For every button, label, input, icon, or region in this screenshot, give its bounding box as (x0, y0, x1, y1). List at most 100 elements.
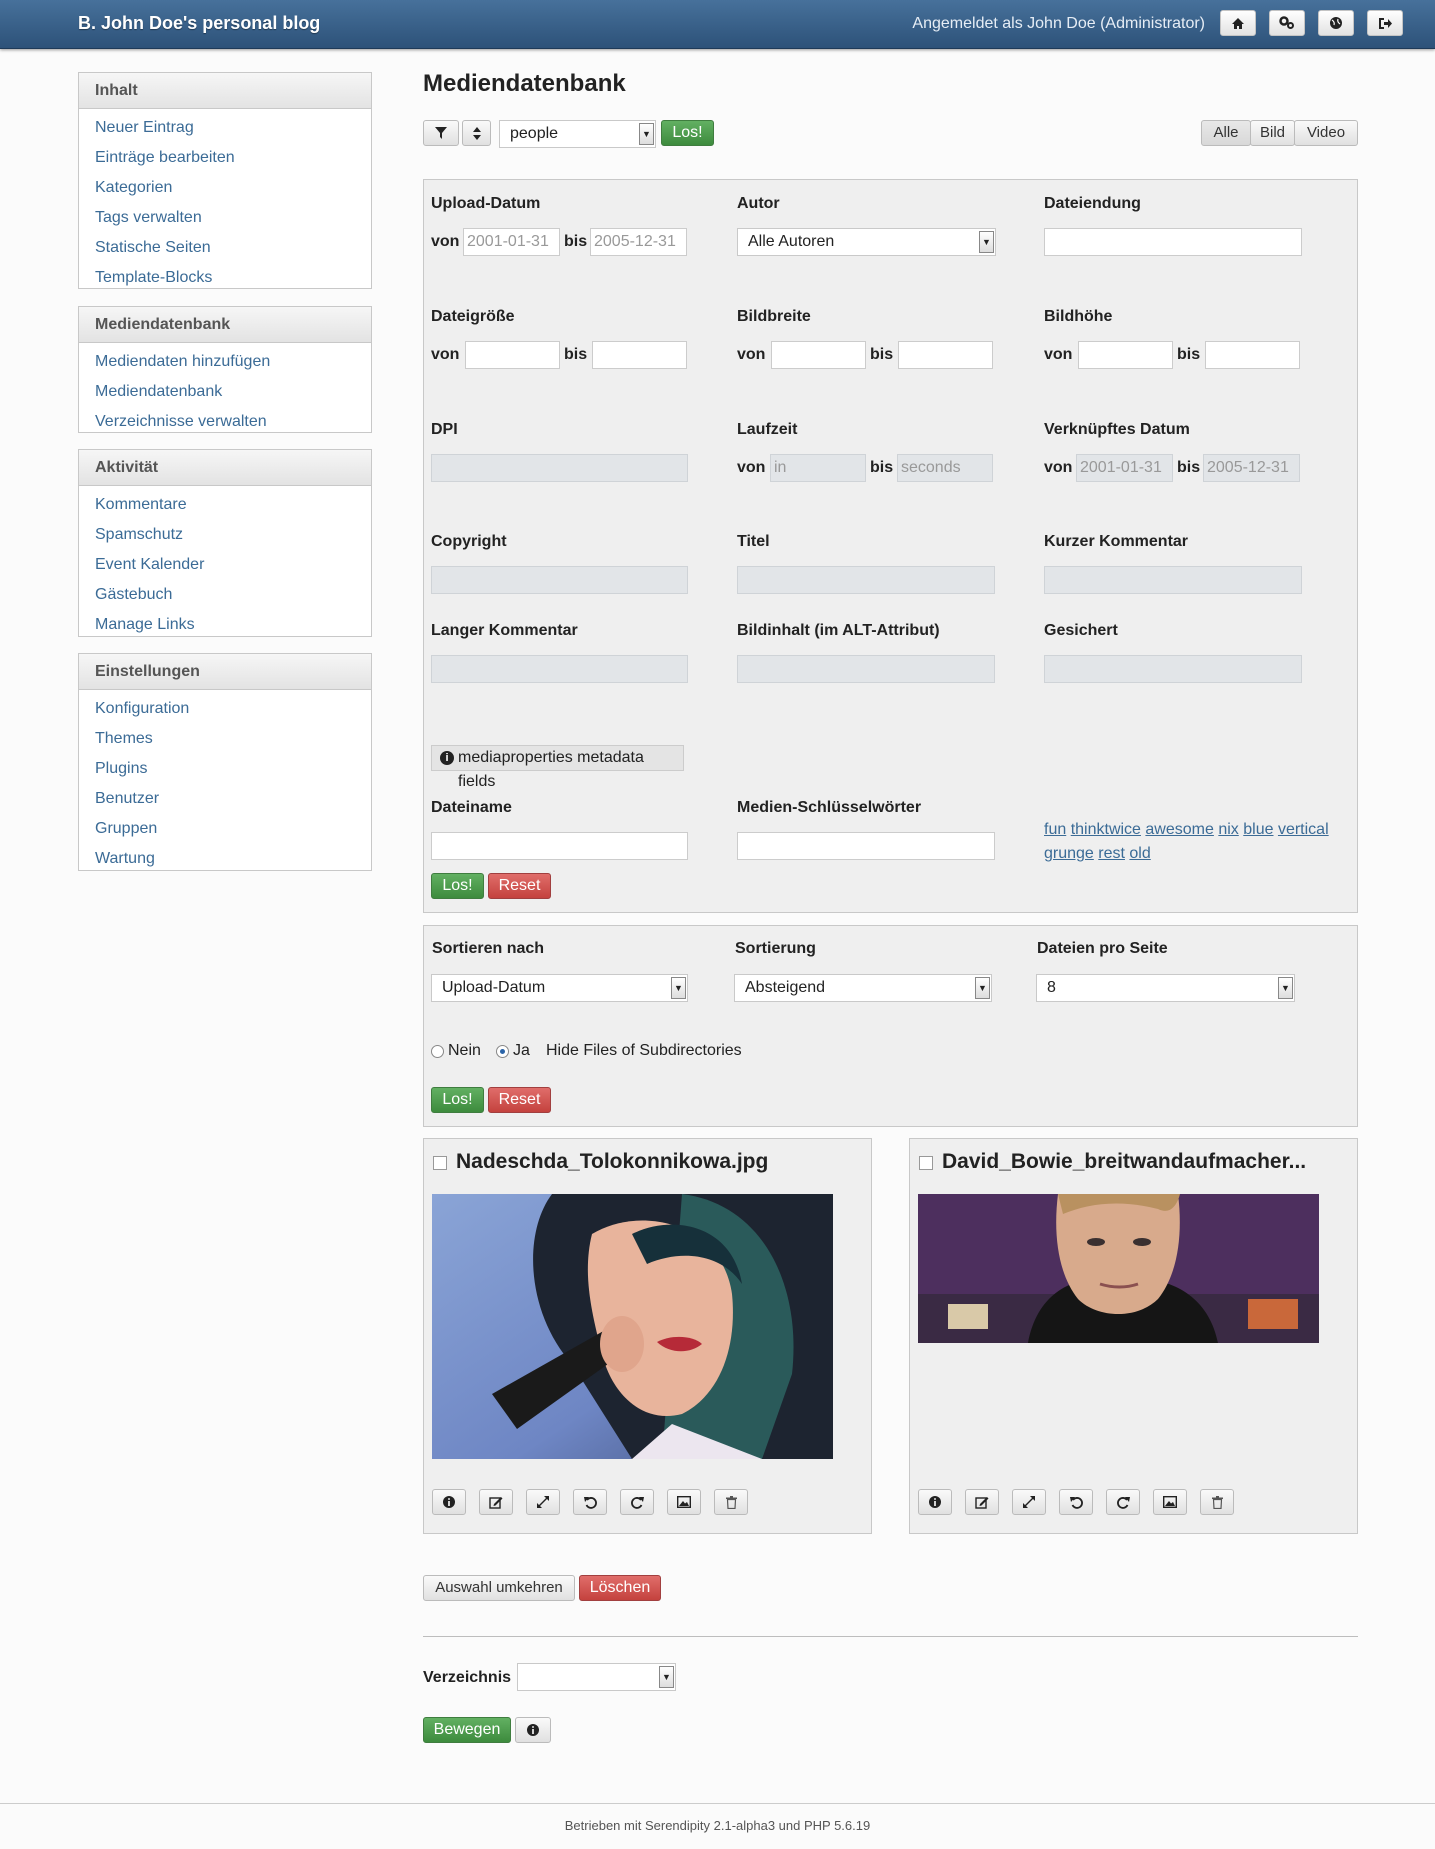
file-delete-button[interactable] (714, 1489, 748, 1515)
file-edit-button[interactable] (965, 1489, 999, 1515)
sidebar-item-static-pages[interactable]: Statische Seiten (79, 233, 371, 263)
extension-input[interactable] (1044, 228, 1302, 256)
type-filter-all[interactable]: Alle (1201, 120, 1251, 146)
sidebar-item-media-library[interactable]: Mediendatenbank (79, 377, 371, 407)
dpi-input[interactable] (431, 454, 688, 482)
invert-selection-button[interactable]: Auswahl umkehren (423, 1575, 575, 1601)
keyword-tag[interactable]: vertical (1278, 821, 1329, 838)
sidebar-item-new-entry[interactable]: Neuer Eintrag (79, 113, 371, 143)
sidebar-item-tags[interactable]: Tags verwalten (79, 203, 371, 233)
alt-text-input[interactable] (737, 655, 995, 683)
delete-selected-button[interactable]: Löschen (579, 1575, 661, 1601)
per-page-select[interactable]: 8 ▼ (1036, 974, 1295, 1002)
blog-title[interactable]: B. John Doe's personal blog (78, 13, 320, 34)
sidebar-item-event-calendar[interactable]: Event Kalender (79, 550, 371, 580)
sidebar-item-template-blocks[interactable]: Template-Blocks (79, 263, 371, 293)
filename-input[interactable] (431, 832, 688, 860)
runtime-to-input[interactable]: seconds (897, 454, 993, 482)
file-name[interactable]: Nadeschda_Tolokonnikowa.jpg (456, 1150, 768, 1174)
settings-icon (1279, 16, 1294, 29)
hide-subdirs-yes-radio[interactable] (496, 1045, 509, 1058)
height-from-input[interactable] (1078, 341, 1173, 369)
sidebar-item-configuration[interactable]: Konfiguration (79, 694, 371, 724)
linked-date-to-input[interactable]: 2005-12-31 (1203, 454, 1300, 482)
move-directory-select[interactable]: ▼ (517, 1663, 676, 1691)
filter-reset-button[interactable]: Reset (488, 873, 551, 899)
filter-toggle-button[interactable] (423, 120, 459, 146)
saved-input[interactable] (1044, 655, 1302, 683)
move-button[interactable]: Bewegen (423, 1717, 511, 1743)
sidebar-item-guestbook[interactable]: Gästebuch (79, 580, 371, 610)
sort-reset-button[interactable]: Reset (488, 1087, 551, 1113)
file-name[interactable]: David_Bowie_breitwandaufmacher... (942, 1150, 1306, 1174)
sort-by-select[interactable]: Upload-Datum ▼ (431, 974, 688, 1002)
sidebar-item-comments[interactable]: Kommentare (79, 490, 371, 520)
filter-go-button[interactable]: Los! (431, 873, 484, 899)
title-filter-input[interactable] (737, 566, 995, 594)
file-edit-button[interactable] (479, 1489, 513, 1515)
upload-date-from-input[interactable]: 2001-01-31 (463, 228, 560, 256)
file-rotate-cw-button[interactable] (1106, 1489, 1140, 1515)
filesize-from-input[interactable] (465, 341, 560, 369)
keyword-tag[interactable]: grunge (1044, 845, 1094, 862)
upload-date-to-input[interactable]: 2005-12-31 (590, 228, 687, 256)
sidebar-item-spam-protection[interactable]: Spamschutz (79, 520, 371, 550)
hide-subdirs-no-radio[interactable] (431, 1045, 444, 1058)
toolbar-go-button[interactable]: Los! (661, 120, 714, 146)
sidebar-item-categories[interactable]: Kategorien (79, 173, 371, 203)
logout-button[interactable] (1367, 10, 1403, 36)
sidebar-item-edit-entries[interactable]: Einträge bearbeiten (79, 143, 371, 173)
home-button[interactable] (1220, 10, 1256, 36)
file-info-button[interactable] (918, 1489, 952, 1515)
file-select-checkbox[interactable] (433, 1156, 447, 1170)
keyword-tag[interactable]: nix (1218, 821, 1238, 838)
keyword-tag[interactable]: blue (1243, 821, 1273, 838)
file-resize-button[interactable] (1012, 1489, 1046, 1515)
file-insert-image-button[interactable] (1153, 1489, 1187, 1515)
globe-button[interactable] (1318, 10, 1354, 36)
copyright-input[interactable] (431, 566, 688, 594)
file-thumbnail[interactable] (918, 1194, 1319, 1343)
sort-go-button[interactable]: Los! (431, 1087, 484, 1113)
linked-date-from-input[interactable]: 2001-01-31 (1076, 454, 1173, 482)
runtime-from-input[interactable]: in (770, 454, 866, 482)
file-info-button[interactable] (432, 1489, 466, 1515)
sidebar-item-maintenance[interactable]: Wartung (79, 844, 371, 874)
keywords-input[interactable] (737, 832, 995, 860)
long-comment-input[interactable] (431, 655, 688, 683)
file-thumbnail[interactable] (432, 1194, 833, 1459)
file-rotate-ccw-button[interactable] (1059, 1489, 1093, 1515)
sidebar-item-manage-directories[interactable]: Verzeichnisse verwalten (79, 407, 371, 437)
metadata-info-box[interactable]: i mediaproperties metadata fields (431, 745, 684, 790)
keyword-tag[interactable]: fun (1044, 821, 1066, 838)
type-filter-image[interactable]: Bild (1250, 120, 1295, 146)
move-info-button[interactable] (515, 1717, 551, 1743)
short-comment-input[interactable] (1044, 566, 1302, 594)
settings-button[interactable] (1269, 10, 1305, 36)
sidebar-item-add-media[interactable]: Mediendaten hinzufügen (79, 347, 371, 377)
file-delete-button[interactable] (1200, 1489, 1234, 1515)
sidebar-item-plugins[interactable]: Plugins (79, 754, 371, 784)
keyword-tag[interactable]: rest (1098, 845, 1125, 862)
keyword-tag[interactable]: awesome (1145, 821, 1213, 838)
file-rotate-cw-button[interactable] (620, 1489, 654, 1515)
width-to-input[interactable] (898, 341, 993, 369)
file-rotate-ccw-button[interactable] (573, 1489, 607, 1515)
width-from-input[interactable] (771, 341, 866, 369)
file-select-checkbox[interactable] (919, 1156, 933, 1170)
sort-order-select[interactable]: Absteigend ▼ (734, 974, 992, 1002)
keyword-tag[interactable]: thinktwice (1071, 821, 1141, 838)
file-insert-image-button[interactable] (667, 1489, 701, 1515)
sort-toggle-button[interactable] (462, 120, 491, 146)
author-select[interactable]: Alle Autoren ▼ (737, 228, 996, 256)
sidebar-item-groups[interactable]: Gruppen (79, 814, 371, 844)
keyword-tag[interactable]: old (1129, 845, 1150, 862)
sidebar-item-themes[interactable]: Themes (79, 724, 371, 754)
height-to-input[interactable] (1205, 341, 1300, 369)
sidebar-item-users[interactable]: Benutzer (79, 784, 371, 814)
sidebar-item-manage-links[interactable]: Manage Links (79, 610, 371, 640)
type-filter-video[interactable]: Video (1294, 120, 1358, 146)
filesize-to-input[interactable] (592, 341, 687, 369)
directory-select[interactable]: people ▼ (499, 120, 656, 148)
file-resize-button[interactable] (526, 1489, 560, 1515)
